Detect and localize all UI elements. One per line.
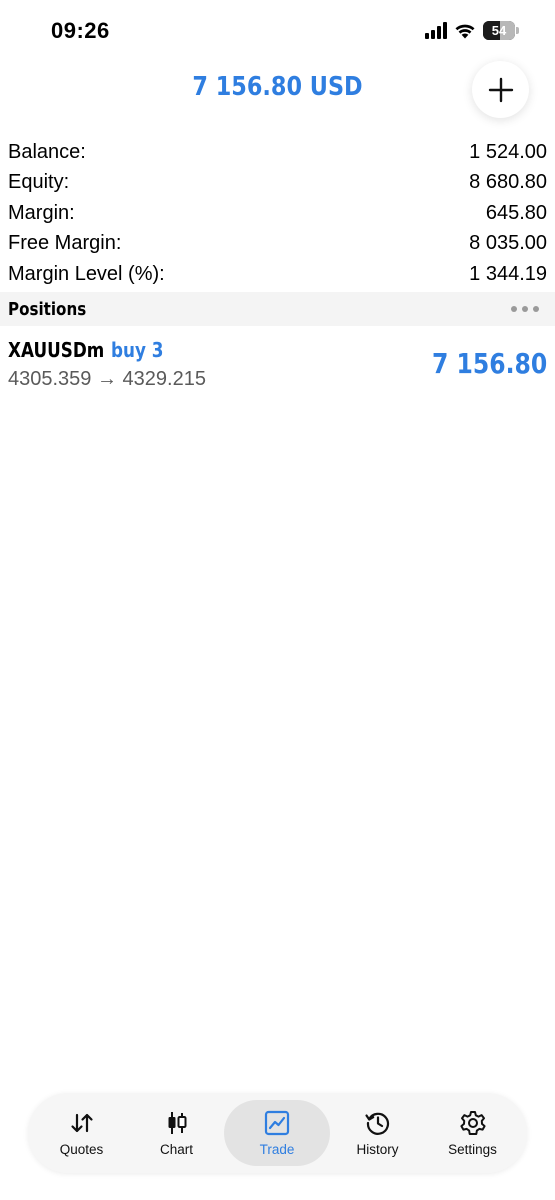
account-summary: Balance: 1 524.00 Equity: 8 680.80 Margi…: [8, 137, 547, 290]
battery-icon: 54: [483, 21, 519, 40]
tab-quotes[interactable]: Quotes: [34, 1100, 129, 1166]
position-symbol: XAUUSDm: [8, 338, 105, 362]
tab-trade[interactable]: Trade: [224, 1100, 330, 1166]
tab-label: Quotes: [59, 1142, 104, 1157]
cellular-signal-icon: [425, 22, 447, 39]
tab-history[interactable]: History: [330, 1100, 425, 1166]
position-profit: 7 156.80: [431, 347, 547, 380]
summary-row-margin-level: Margin Level (%): 1 344.19: [8, 259, 547, 290]
status-time: 09:26: [51, 18, 110, 43]
chart-icon: [168, 1112, 186, 1134]
summary-row-equity: Equity: 8 680.80: [8, 168, 547, 199]
summary-row-free-margin: Free Margin: 8 035.00: [8, 229, 547, 260]
summary-value: 1 344.19: [469, 262, 547, 285]
summary-value: 8 035.00: [469, 232, 547, 255]
summary-row-balance: Balance: 1 524.00: [8, 137, 547, 168]
bottom-tab-bar: Quotes Chart Trade History Settings: [28, 1093, 527, 1173]
trade-icon: [264, 1110, 290, 1136]
plus-icon: [488, 77, 513, 102]
summary-row-margin: Margin: 645.80: [8, 198, 547, 229]
settings-icon: [459, 1111, 486, 1135]
position-prices: 4305.359 → 4329.215: [8, 368, 206, 390]
tab-label: History: [356, 1142, 399, 1157]
summary-label: Margin Level (%):: [8, 262, 165, 285]
summary-value: 645.80: [485, 201, 547, 224]
more-options-icon[interactable]: [511, 306, 547, 312]
tab-label: Settings: [448, 1142, 497, 1157]
status-icons: 54: [425, 21, 519, 40]
position-type: buy 3: [110, 338, 164, 362]
summary-value: 8 680.80: [469, 171, 547, 194]
new-order-button[interactable]: [472, 61, 529, 118]
tab-settings[interactable]: Settings: [425, 1100, 520, 1166]
tab-chart[interactable]: Chart: [129, 1100, 224, 1166]
wifi-icon: [455, 24, 475, 39]
battery-percentage: 54: [491, 23, 507, 38]
status-bar: 09:26 54: [0, 0, 555, 62]
history-icon: [364, 1112, 389, 1135]
position-row[interactable]: XAUUSDm buy 3 4305.359 → 4329.215 7 156.…: [0, 334, 555, 398]
summary-label: Margin:: [8, 201, 75, 224]
position-header: XAUUSDm buy 3: [8, 338, 163, 362]
tab-label: Chart: [159, 1142, 193, 1157]
account-balance-title: 7 156.80 USD: [192, 72, 363, 102]
summary-label: Equity:: [8, 171, 70, 194]
tab-label: Trade: [259, 1142, 295, 1157]
quotes-icon: [70, 1113, 93, 1133]
summary-value: 1 524.00: [469, 140, 547, 163]
positions-title: Positions: [8, 298, 87, 320]
summary-label: Balance:: [8, 140, 86, 163]
summary-label: Free Margin:: [8, 232, 122, 255]
positions-section-header: Positions: [0, 292, 555, 326]
